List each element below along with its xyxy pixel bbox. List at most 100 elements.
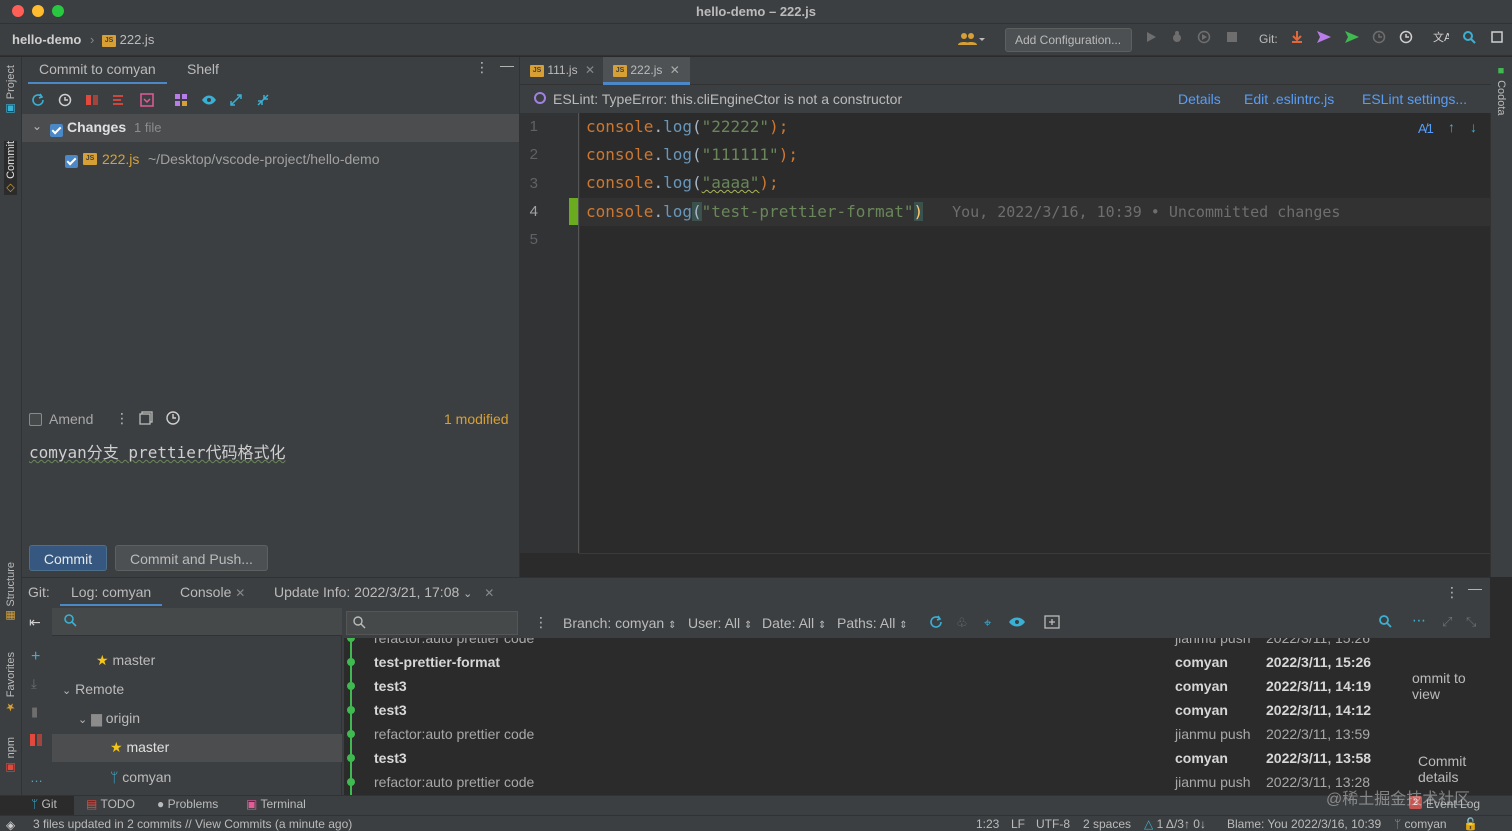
diff-icon[interactable] — [85, 93, 99, 107]
lock-icon[interactable]: 🔓 — [1463, 817, 1478, 831]
branch-remote-master-row[interactable]: ★ master — [52, 734, 342, 762]
git-commit-icon[interactable] — [1316, 30, 1332, 50]
layout-icon[interactable] — [174, 93, 188, 107]
commit-tool-button[interactable]: ◇ Commit — [4, 141, 17, 195]
user-group-icon[interactable] — [958, 32, 986, 52]
collapse-all-icon[interactable] — [256, 93, 270, 107]
file-checkbox[interactable] — [65, 155, 78, 169]
structure-tool-button[interactable]: ▦ Structure — [4, 562, 17, 623]
amend-checkbox[interactable] — [29, 413, 42, 426]
log-options-icon[interactable]: ⋮ — [534, 614, 548, 631]
edit-eslintrc-link[interactable]: Edit .eslintrc.js — [1244, 91, 1334, 107]
rollback-changes-icon[interactable] — [58, 93, 72, 107]
commit-row[interactable]: test3 comyan 2022/3/11, 14:19 — [344, 674, 1404, 698]
stop-icon[interactable] — [1225, 30, 1239, 50]
cherry-pick-icon[interactable]: ♧ — [956, 615, 968, 631]
code-line-1[interactable]: console.log("22222"); — [586, 113, 788, 141]
branch-search-field[interactable] — [52, 608, 342, 636]
more-log-actions-icon[interactable]: ⋯ — [1412, 612, 1426, 629]
git-history-icon[interactable] — [1372, 30, 1386, 50]
status-icon[interactable]: ◈ — [6, 818, 15, 831]
amend-label[interactable]: Amend — [49, 411, 93, 427]
shelve-icon[interactable] — [140, 93, 154, 107]
indent-setting[interactable]: 2 spaces — [1083, 817, 1131, 831]
search-icon[interactable] — [1378, 614, 1392, 631]
more-options-icon[interactable]: ⋮ — [1445, 584, 1459, 601]
bottom-tab-git[interactable]: ᛘ Git — [31, 797, 57, 811]
expand-icon[interactable]: ⤢ — [1442, 614, 1452, 630]
more-branch-actions-icon[interactable]: … — [30, 770, 43, 785]
more-options-icon[interactable]: ⋮ — [475, 59, 489, 76]
bottom-tab-problems[interactable]: ● Problems — [157, 797, 218, 811]
branch-remote-comyan[interactable]: ᛘ comyan — [110, 769, 171, 785]
run-icon[interactable] — [1144, 30, 1158, 50]
close-tab-icon[interactable]: ✕ — [670, 63, 680, 77]
chevron-down-icon[interactable]: ⌄ — [463, 588, 472, 600]
tab-console[interactable]: Console ✕ — [180, 584, 245, 600]
added-line-marker[interactable] — [569, 198, 578, 225]
commit-and-push-button[interactable]: Commit and Push... — [115, 545, 268, 571]
branch-local-master[interactable]: ★ master — [96, 652, 155, 669]
line-separator[interactable]: LF — [1011, 817, 1025, 831]
rollback-icon[interactable] — [1399, 30, 1413, 50]
collapse-icon[interactable]: ⤡ — [1466, 614, 1476, 630]
bottom-tab-terminal[interactable]: ▣ Terminal — [246, 797, 306, 811]
hide-panel-icon[interactable]: — — [1468, 580, 1482, 596]
preview-icon[interactable] — [201, 93, 216, 107]
commit-button[interactable]: Commit — [29, 545, 107, 571]
close-tab-icon[interactable]: ✕ — [484, 586, 494, 600]
previous-highlight-icon[interactable]: ↑ — [1448, 119, 1455, 135]
editor-tab-222js[interactable]: JS 222.js ✕ — [603, 57, 690, 85]
log-search-input[interactable] — [346, 611, 518, 635]
delete-branch-icon[interactable]: ▮ — [31, 704, 38, 720]
settings-icon[interactable] — [1490, 30, 1504, 50]
code-line-4[interactable]: console.log("test-prettier-format") You,… — [586, 198, 1340, 226]
clock-icon[interactable] — [166, 411, 180, 428]
file-encoding[interactable]: UTF-8 — [1036, 817, 1070, 831]
eslint-settings-link[interactable]: ESLint settings... — [1362, 91, 1467, 107]
breadcrumb-project[interactable]: hello-demo — [12, 32, 81, 47]
project-tool-button[interactable]: ▣ Project — [4, 65, 17, 115]
blame-status[interactable]: Blame: You 2022/3/16, 10:39 — [1227, 817, 1381, 831]
inspection-widget[interactable]: A̸1 — [1418, 121, 1434, 136]
add-branch-icon[interactable]: + — [31, 648, 40, 666]
filter-date[interactable]: Date: All ⇕ — [762, 615, 826, 631]
add-configuration-button[interactable]: Add Configuration... — [1005, 28, 1132, 52]
expand-all-icon[interactable] — [229, 93, 243, 107]
caret-position[interactable]: 1:23 — [976, 817, 999, 831]
close-tab-icon[interactable]: ✕ — [585, 63, 595, 77]
commit-row[interactable]: test-prettier-format comyan 2022/3/11, 15:… — [344, 650, 1404, 674]
open-new-tab-icon[interactable] — [1044, 615, 1060, 632]
commit-row[interactable]: refactor:auto prettier code jianmu push 20… — [344, 722, 1404, 746]
code-line-2[interactable]: console.log("111111"); — [586, 141, 798, 169]
close-tab-icon[interactable]: ✕ — [235, 586, 245, 600]
tab-commit-to-comyan[interactable]: Commit to comyan — [28, 61, 167, 84]
favorites-tool-button[interactable]: ★ Favorites — [4, 652, 17, 713]
debug-icon[interactable] — [1170, 30, 1184, 50]
breadcrumb-file[interactable]: JS 222.js — [102, 32, 154, 47]
tab-update-info[interactable]: Update Info: 2022/3/21, 17:08 ⌄ ✕ — [274, 584, 494, 600]
npm-tool-button[interactable]: ▣ npm — [4, 737, 17, 774]
filter-user[interactable]: User: All ⇕ — [688, 615, 752, 631]
commit-message-input[interactable]: comyan分支 prettier代码格式化 — [29, 439, 286, 463]
branch-status[interactable]: ᛘ comyan — [1394, 817, 1447, 831]
editor-tab-111js[interactable]: JS 111.js ✕ — [520, 57, 605, 85]
group-by-icon[interactable] — [112, 93, 126, 107]
collapse-branches-icon[interactable]: ⇤ — [29, 614, 41, 631]
chevron-down-icon[interactable]: ⌄ — [32, 119, 42, 133]
eslint-details-link[interactable]: Details — [1178, 91, 1221, 107]
changes-checkbox[interactable] — [50, 124, 63, 138]
compare-branch-icon[interactable] — [30, 733, 42, 747]
translate-icon[interactable]: 文A — [1433, 30, 1452, 50]
commit-row[interactable]: test3 comyan 2022/3/11, 14:12 — [344, 698, 1404, 722]
refresh-icon[interactable] — [31, 93, 45, 107]
codota-tool-button[interactable]: ■ Codota — [1495, 65, 1507, 116]
tab-shelf[interactable]: Shelf — [187, 61, 219, 77]
commit-row[interactable]: test3 comyan 2022/3/11, 13:58 — [344, 746, 1404, 770]
update-branch-icon[interactable]: ⤓ — [31, 676, 37, 692]
commit-row[interactable]: refactor:auto prettier code jianmu push 20… — [344, 638, 1404, 650]
filter-paths[interactable]: Paths: All ⇕ — [837, 615, 908, 631]
show-details-icon[interactable] — [1008, 616, 1026, 631]
git-update-icon[interactable] — [1290, 30, 1304, 50]
filter-branch[interactable]: Branch: comyan ⇕ — [563, 615, 676, 631]
